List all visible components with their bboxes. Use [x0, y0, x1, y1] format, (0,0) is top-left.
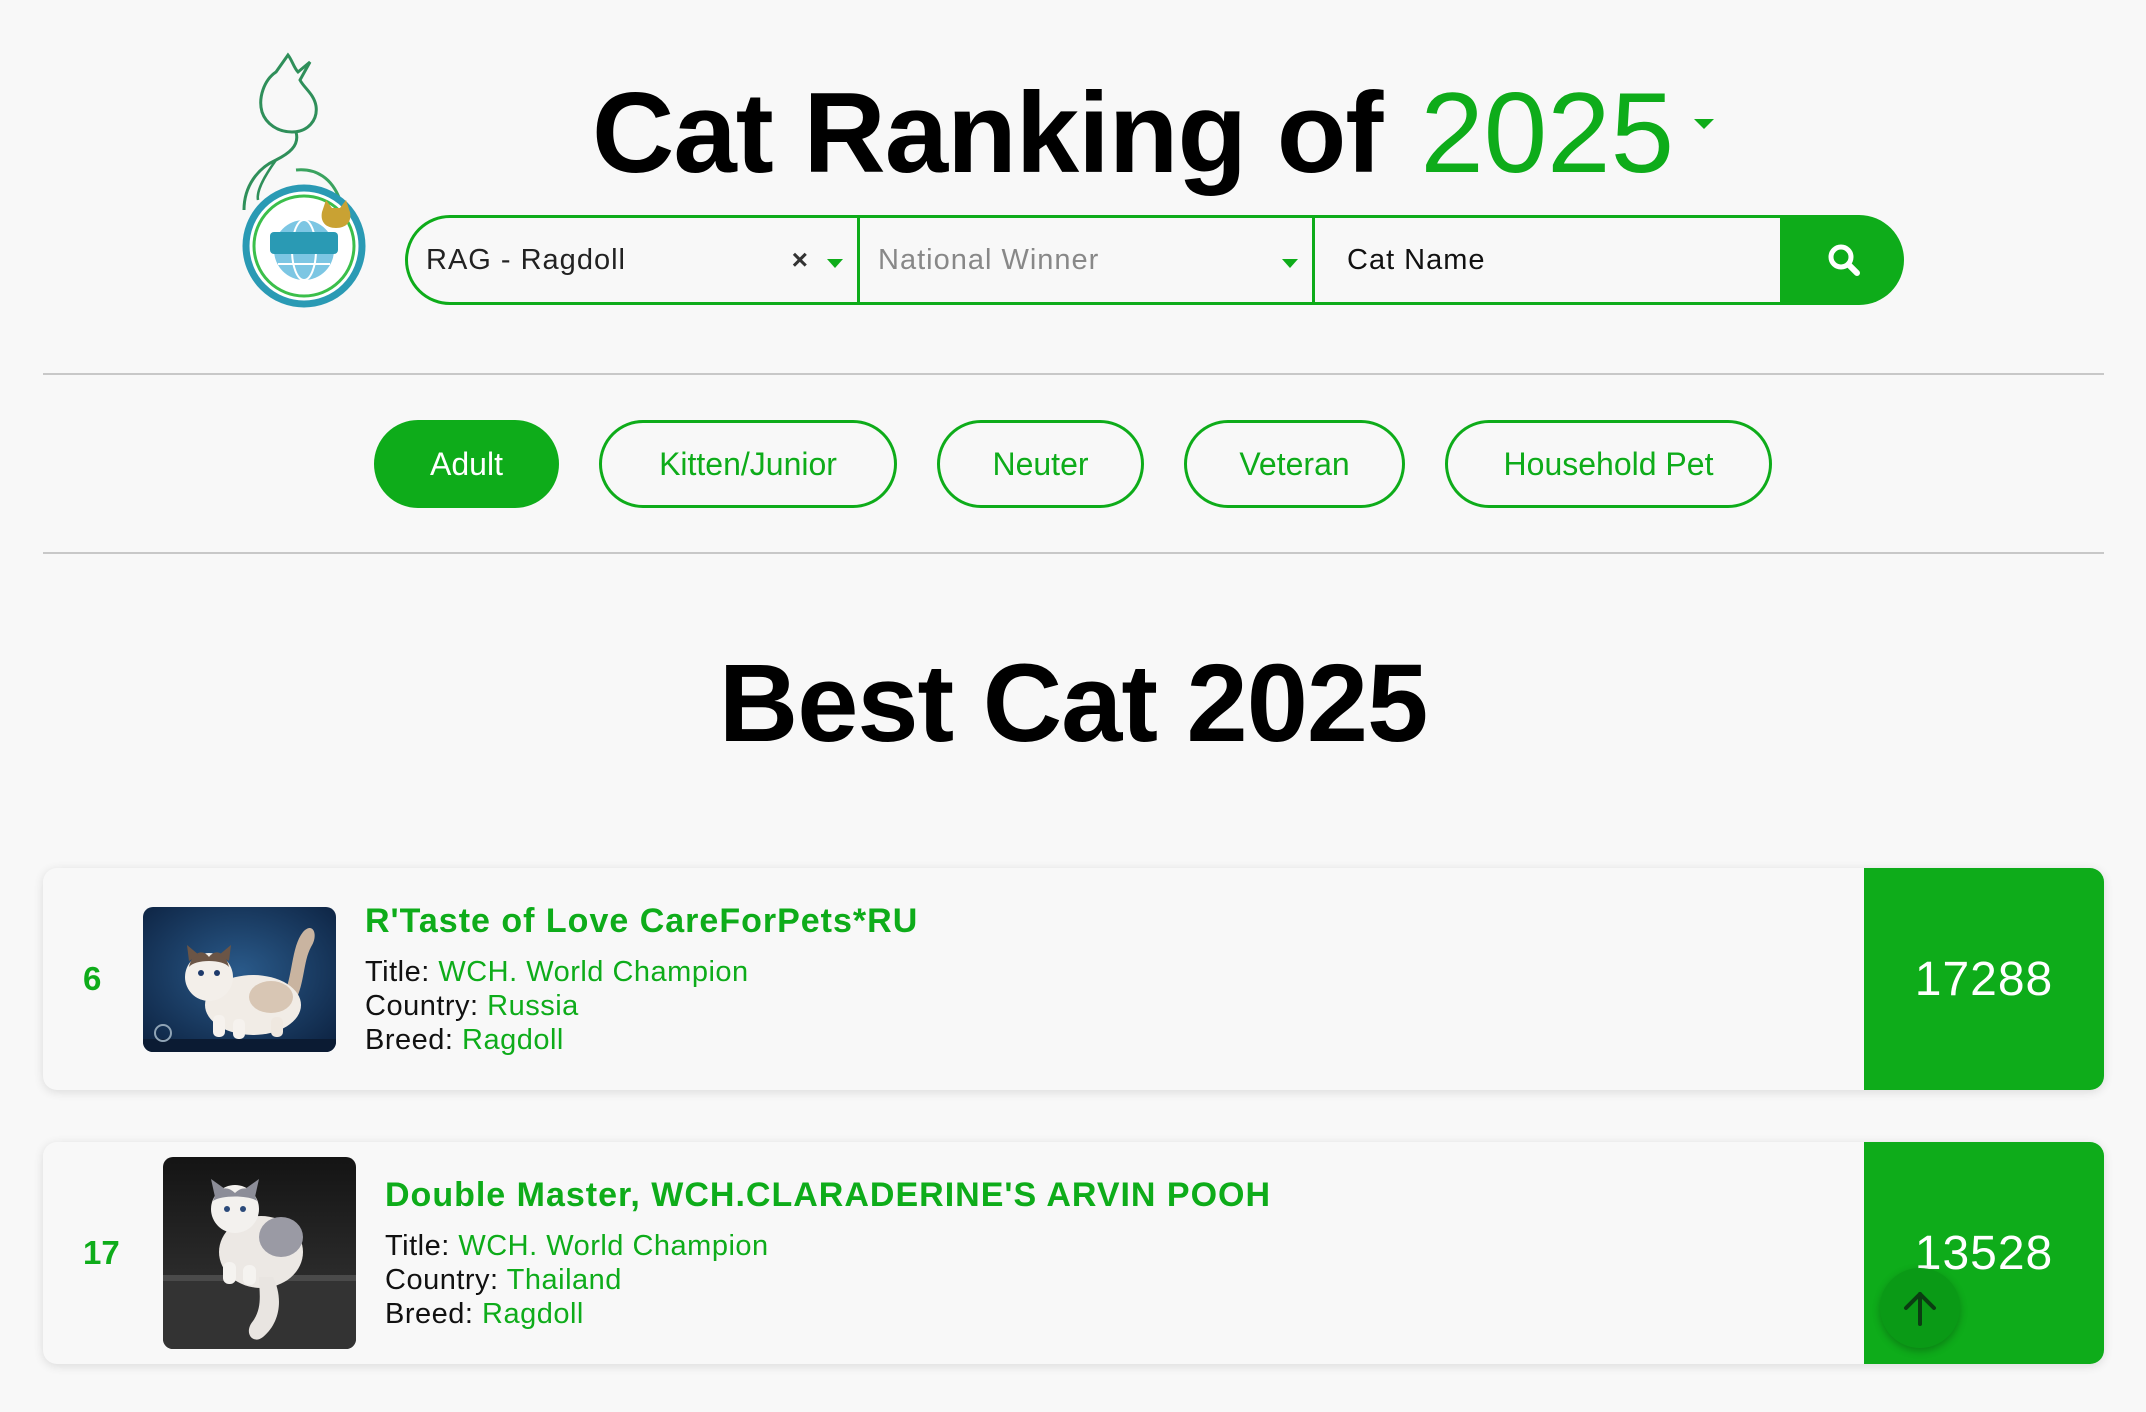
- wcf-logo[interactable]: [236, 50, 376, 316]
- breed-label: Breed:: [385, 1298, 474, 1330]
- cat-photo[interactable]: [163, 1157, 356, 1349]
- page-title-text: Cat Ranking of: [592, 70, 1383, 197]
- cat-photo-image: [143, 907, 336, 1052]
- search-icon: [1828, 244, 1860, 276]
- cat-photo-image: [163, 1157, 356, 1349]
- cat-name-input[interactable]: [1345, 242, 1769, 278]
- year-value: 2025: [1420, 70, 1674, 197]
- cat-photo[interactable]: [143, 907, 336, 1052]
- cat-ranking-card[interactable]: 6 R'Taste of Love CareForPets*RU Title: …: [43, 868, 2104, 1090]
- clear-icon[interactable]: ×: [792, 244, 809, 276]
- title-value: WCH. World Champion: [458, 1230, 769, 1262]
- award-select[interactable]: National Winner: [860, 215, 1315, 305]
- back-to-top-button[interactable]: [1880, 1268, 1960, 1348]
- score-value: 17288: [1864, 868, 2104, 1090]
- title-value: WCH. World Champion: [438, 956, 749, 988]
- cat-ranking-card[interactable]: 17 Double Master, WCH.CLARADERINE'S ARVI…: [43, 1142, 2104, 1364]
- cat-breed-line: Breed: Ragdoll: [385, 1297, 1271, 1331]
- tab-veteran[interactable]: Veteran: [1184, 420, 1405, 508]
- breed-select-value: RAG - Ragdoll: [426, 243, 626, 276]
- tab-household-pet[interactable]: Household Pet: [1445, 420, 1772, 508]
- country-value: Russia: [487, 990, 579, 1022]
- caret-down-icon: [1282, 259, 1298, 268]
- caret-down-icon: [1693, 118, 1714, 129]
- search-button[interactable]: [1783, 215, 1904, 305]
- cat-info: Double Master, WCH.CLARADERINE'S ARVIN P…: [385, 1176, 1271, 1331]
- cat-breed-line: Breed: Ragdoll: [365, 1023, 918, 1057]
- breed-value: Ragdoll: [462, 1024, 564, 1056]
- award-select-value: National Winner: [878, 243, 1100, 276]
- rank-number: 17: [83, 1234, 120, 1271]
- title-label: Title:: [385, 1230, 450, 1262]
- rank-number: 6: [83, 960, 102, 997]
- tab-neuter[interactable]: Neuter: [937, 420, 1144, 508]
- caret-down-icon: [827, 259, 843, 268]
- tab-adult[interactable]: Adult: [374, 420, 559, 508]
- breed-select[interactable]: RAG - Ragdoll ×: [405, 215, 860, 305]
- breed-value: Ragdoll: [482, 1298, 584, 1330]
- cat-title-line: Title: WCH. World Champion: [385, 1229, 1271, 1263]
- cat-silhouette-logo-icon: [242, 52, 366, 308]
- arrow-up-icon: [1904, 1292, 1936, 1326]
- search-bar: RAG - Ragdoll × National Winner: [405, 215, 1904, 305]
- cat-title-line: Title: WCH. World Champion: [365, 955, 918, 989]
- cat-name-field: [1315, 215, 1783, 305]
- section-title: Best Cat 2025: [718, 642, 1429, 765]
- year-select[interactable]: 2025: [1420, 68, 1714, 199]
- country-value: Thailand: [506, 1264, 622, 1296]
- cat-country-line: Country: Thailand: [385, 1263, 1271, 1297]
- divider: [43, 552, 2104, 554]
- country-label: Country:: [365, 990, 479, 1022]
- category-tabs: Adult Kitten/Junior Neuter Veteran House…: [374, 420, 1772, 508]
- cat-info: R'Taste of Love CareForPets*RU Title: WC…: [365, 902, 918, 1057]
- page-title: Cat Ranking of 2025: [592, 68, 1714, 198]
- country-label: Country:: [385, 1264, 499, 1296]
- cat-name-link[interactable]: R'Taste of Love CareForPets*RU: [365, 902, 918, 941]
- cat-name-link[interactable]: Double Master, WCH.CLARADERINE'S ARVIN P…: [385, 1176, 1271, 1215]
- cat-country-line: Country: Russia: [365, 989, 918, 1023]
- title-label: Title:: [365, 956, 430, 988]
- tab-kitten-junior[interactable]: Kitten/Junior: [599, 420, 897, 508]
- divider: [43, 373, 2104, 375]
- breed-label: Breed:: [365, 1024, 454, 1056]
